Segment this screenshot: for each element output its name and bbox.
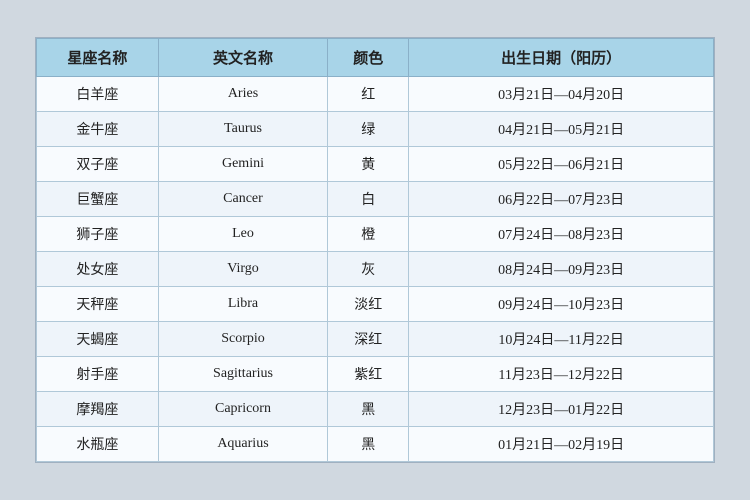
cell-chinese: 金牛座 [37, 112, 159, 147]
header-chinese: 星座名称 [37, 39, 159, 77]
cell-english: Aquarius [158, 427, 327, 462]
table-row: 水瓶座Aquarius黑01月21日—02月19日 [37, 427, 714, 462]
cell-english: Libra [158, 287, 327, 322]
cell-english: Aries [158, 77, 327, 112]
cell-date: 08月24日—09月23日 [409, 252, 714, 287]
cell-english: Sagittarius [158, 357, 327, 392]
cell-date: 01月21日—02月19日 [409, 427, 714, 462]
cell-color: 白 [328, 182, 409, 217]
cell-date: 05月22日—06月21日 [409, 147, 714, 182]
cell-english: Leo [158, 217, 327, 252]
header-english: 英文名称 [158, 39, 327, 77]
table-row: 处女座Virgo灰08月24日—09月23日 [37, 252, 714, 287]
zodiac-table-container: 星座名称 英文名称 颜色 出生日期（阳历） 白羊座Aries红03月21日—04… [35, 37, 715, 463]
cell-color: 黄 [328, 147, 409, 182]
table-header-row: 星座名称 英文名称 颜色 出生日期（阳历） [37, 39, 714, 77]
cell-color: 黑 [328, 427, 409, 462]
table-row: 天秤座Libra淡红09月24日—10月23日 [37, 287, 714, 322]
cell-chinese: 狮子座 [37, 217, 159, 252]
cell-date: 10月24日—11月22日 [409, 322, 714, 357]
cell-color: 红 [328, 77, 409, 112]
cell-chinese: 双子座 [37, 147, 159, 182]
cell-chinese: 天秤座 [37, 287, 159, 322]
table-row: 白羊座Aries红03月21日—04月20日 [37, 77, 714, 112]
table-row: 狮子座Leo橙07月24日—08月23日 [37, 217, 714, 252]
table-row: 天蝎座Scorpio深红10月24日—11月22日 [37, 322, 714, 357]
cell-date: 12月23日—01月22日 [409, 392, 714, 427]
header-color: 颜色 [328, 39, 409, 77]
cell-chinese: 天蝎座 [37, 322, 159, 357]
cell-date: 04月21日—05月21日 [409, 112, 714, 147]
cell-color: 深红 [328, 322, 409, 357]
cell-chinese: 巨蟹座 [37, 182, 159, 217]
cell-color: 灰 [328, 252, 409, 287]
cell-date: 07月24日—08月23日 [409, 217, 714, 252]
cell-date: 06月22日—07月23日 [409, 182, 714, 217]
cell-color: 绿 [328, 112, 409, 147]
header-date: 出生日期（阳历） [409, 39, 714, 77]
table-row: 巨蟹座Cancer白06月22日—07月23日 [37, 182, 714, 217]
table-row: 双子座Gemini黄05月22日—06月21日 [37, 147, 714, 182]
cell-english: Capricorn [158, 392, 327, 427]
table-row: 金牛座Taurus绿04月21日—05月21日 [37, 112, 714, 147]
cell-date: 09月24日—10月23日 [409, 287, 714, 322]
cell-chinese: 摩羯座 [37, 392, 159, 427]
cell-color: 橙 [328, 217, 409, 252]
cell-chinese: 处女座 [37, 252, 159, 287]
table-body: 白羊座Aries红03月21日—04月20日金牛座Taurus绿04月21日—0… [37, 77, 714, 462]
table-row: 射手座Sagittarius紫红11月23日—12月22日 [37, 357, 714, 392]
cell-date: 03月21日—04月20日 [409, 77, 714, 112]
cell-color: 紫红 [328, 357, 409, 392]
cell-english: Virgo [158, 252, 327, 287]
table-row: 摩羯座Capricorn黑12月23日—01月22日 [37, 392, 714, 427]
cell-color: 黑 [328, 392, 409, 427]
cell-english: Taurus [158, 112, 327, 147]
cell-english: Gemini [158, 147, 327, 182]
cell-date: 11月23日—12月22日 [409, 357, 714, 392]
cell-chinese: 水瓶座 [37, 427, 159, 462]
cell-chinese: 白羊座 [37, 77, 159, 112]
cell-english: Cancer [158, 182, 327, 217]
cell-color: 淡红 [328, 287, 409, 322]
zodiac-table: 星座名称 英文名称 颜色 出生日期（阳历） 白羊座Aries红03月21日—04… [36, 38, 714, 462]
cell-chinese: 射手座 [37, 357, 159, 392]
cell-english: Scorpio [158, 322, 327, 357]
